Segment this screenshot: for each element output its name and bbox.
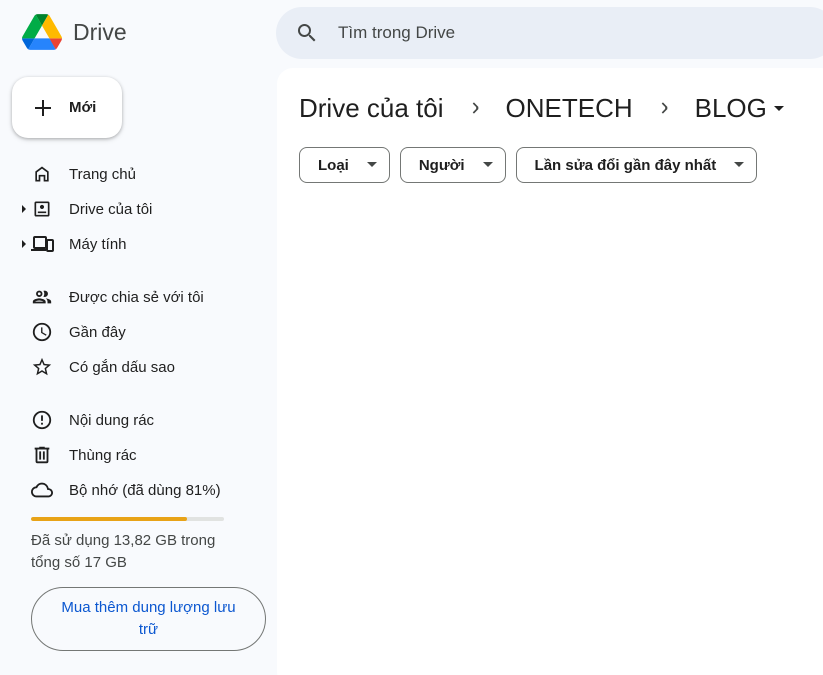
new-button-label: Mới	[69, 99, 97, 116]
caret-down-icon	[773, 106, 784, 111]
shared-icon	[30, 285, 54, 309]
sidebar-item-starred[interactable]: Có gắn dấu sao	[0, 351, 270, 383]
storage-usage-text: Đã sử dụng 13,82 GB trong tổng số 17 GB	[31, 532, 216, 571]
buy-storage-button[interactable]: Mua thêm dung lượng lưu trữ	[31, 587, 266, 651]
buy-storage-label: Mua thêm dung lượng lưu trữ	[61, 599, 236, 638]
my-drive-icon	[30, 197, 54, 221]
sidebar-item-shared[interactable]: Được chia sẻ với tôi	[0, 281, 270, 313]
sidebar-item-label: Gần đây	[69, 323, 126, 341]
breadcrumb-item-my-drive[interactable]: Drive của tôi	[299, 93, 444, 124]
caret-down-icon	[366, 162, 377, 167]
sidebar-item-label: Thùng rác	[69, 446, 137, 464]
caret-right-icon[interactable]	[20, 204, 28, 214]
sidebar-item-label: Trang chủ	[69, 165, 136, 183]
storage-progress-bar	[31, 517, 224, 521]
filter-chips: Loại Người Lần sửa đổi gần đây nhất	[299, 147, 767, 183]
star-icon	[30, 355, 54, 379]
main-content: Drive của tôi ONETECH BLOG Loại Người Lầ…	[277, 68, 823, 675]
plus-icon	[35, 99, 51, 116]
sidebar-item-label: Nội dung rác	[69, 411, 155, 429]
caret-down-icon	[482, 162, 493, 167]
sidebar-item-computers[interactable]: Máy tính	[0, 228, 270, 260]
app-title: Drive	[73, 18, 127, 45]
filter-people-label: Người	[418, 156, 465, 174]
sidebar-item-label: Drive của tôi	[69, 200, 153, 218]
sidebar-item-recent[interactable]: Gần đây	[0, 316, 270, 348]
sidebar-item-label: Được chia sẻ với tôi	[69, 288, 204, 306]
sidebar-item-my-drive[interactable]: Drive của tôi	[0, 193, 270, 225]
filter-type-label: Loại	[318, 156, 349, 174]
trash-icon	[30, 443, 54, 467]
sidebar-item-label: Bộ nhớ (đã dùng 81%)	[69, 481, 221, 499]
filter-modified-label: Lần sửa đổi gần đây nhất	[534, 156, 717, 174]
breadcrumb-item-onetech[interactable]: ONETECH	[506, 93, 633, 124]
storage-progress-fill	[31, 517, 188, 521]
clock-icon	[30, 320, 54, 344]
breadcrumb-current-label: BLOG	[694, 92, 767, 123]
new-button[interactable]: Mới	[12, 77, 122, 138]
sidebar-item-home[interactable]: Trang chủ	[0, 158, 270, 190]
breadcrumb-current-folder[interactable]: BLOG	[695, 93, 786, 124]
cloud-icon	[30, 478, 54, 502]
sidebar-item-trash[interactable]: Thùng rác	[0, 439, 270, 471]
filter-people-chip[interactable]: Người	[399, 147, 506, 183]
search-input[interactable]	[338, 23, 758, 43]
search-icon[interactable]	[295, 21, 319, 45]
sidebar-item-label: Máy tính	[69, 235, 127, 253]
computers-icon	[30, 232, 54, 256]
sidebar-item-label: Có gắn dấu sao	[69, 358, 175, 376]
caret-down-icon	[734, 162, 745, 167]
drive-logo-icon	[22, 14, 62, 50]
sidebar-item-storage[interactable]: Bộ nhớ (đã dùng 81%)	[0, 474, 270, 506]
filter-modified-chip[interactable]: Lần sửa đổi gần đây nhất	[515, 147, 758, 183]
chevron-right-icon	[652, 96, 676, 120]
drive-logo[interactable]: Drive	[22, 14, 127, 50]
chevron-right-icon	[463, 96, 487, 120]
breadcrumb: Drive của tôi ONETECH BLOG	[299, 90, 786, 126]
sidebar-item-spam[interactable]: Nội dung rác	[0, 404, 270, 436]
spam-icon	[30, 408, 54, 432]
search-bar[interactable]	[276, 7, 823, 59]
caret-right-icon[interactable]	[20, 239, 28, 249]
filter-type-chip[interactable]: Loại	[299, 147, 390, 183]
home-icon	[30, 162, 54, 186]
